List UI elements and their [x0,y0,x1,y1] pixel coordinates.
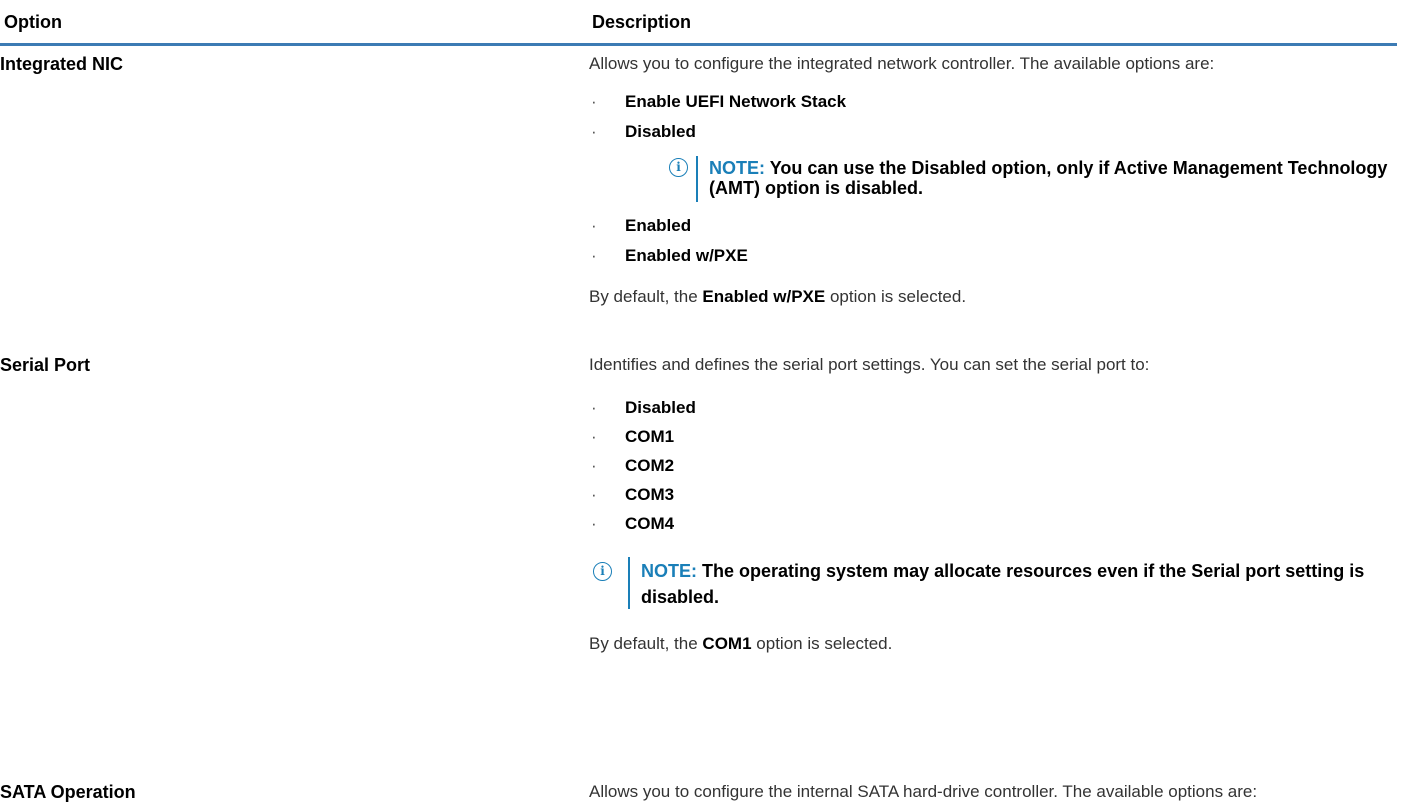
default-prefix: By default, the [589,634,698,653]
info-icon: i [669,158,688,177]
list-item: Disabled [625,398,696,417]
default-statement: By default, the Enabled w/PXE option is … [589,287,966,307]
note-label: NOTE: [641,561,697,581]
note-text-line2: (AMT) option is disabled. [709,178,923,198]
list-item: Enable UEFI Network Stack [625,92,847,111]
note: NOTE: You can use the Disabled option, o… [709,158,1387,198]
list-item: COM2 [625,456,675,475]
bullet: · [591,485,597,504]
column-header-description: Description [592,12,692,32]
default-value: Enabled w/PXE [702,287,826,306]
note-bar [696,156,698,202]
bullet: · [591,514,597,533]
bullet: · [591,216,597,235]
note-text: The operating system may allocate resour… [702,561,1365,581]
bullet: · [591,456,597,475]
option-name: Serial Port [0,355,91,375]
list-item: Disabled [625,122,696,141]
note-text: You can use the Disabled option, only if… [769,158,1388,178]
bullet: · [591,246,597,265]
table-header: Option Description [0,0,1397,40]
note-label: NOTE: [709,158,765,178]
option-name: Integrated NIC [0,54,124,74]
list-item: COM4 [625,514,675,533]
list-item: Enabled w/PXE [625,246,748,265]
default-value: COM1 [702,634,752,653]
header-rule [0,43,1397,46]
note: NOTE: The operating system may allocate … [641,558,1364,610]
list-item: COM1 [625,427,675,446]
list-item: Enabled [625,216,692,235]
column-header-option: Option [4,12,62,32]
list-item: COM3 [625,485,675,504]
default-suffix: option is selected. [756,634,893,653]
option-name: SATA Operation [0,782,136,802]
note-bar [628,557,630,609]
bullet: · [591,122,597,141]
option-description: Allows you to configure the integrated n… [589,54,1215,73]
bullet: · [591,427,597,446]
default-statement: By default, the COM1 option is selected. [589,634,892,654]
option-description: Allows you to configure the internal SAT… [589,782,1258,801]
option-description: Identifies and defines the serial port s… [589,355,1150,374]
bullet: · [591,92,597,111]
info-icon: i [593,562,612,581]
bullet: · [591,398,597,417]
default-suffix: option is selected. [829,287,967,306]
default-prefix: By default, the [589,287,698,306]
note-text-line2: disabled. [641,587,720,607]
